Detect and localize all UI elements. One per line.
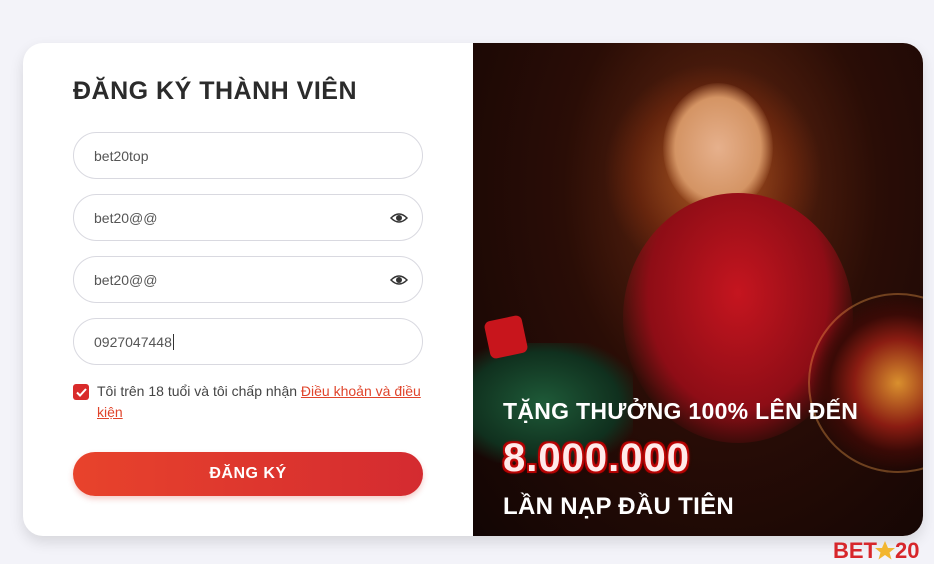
agree-checkbox[interactable] xyxy=(73,384,89,400)
checkmark-icon xyxy=(75,387,87,397)
dice-image xyxy=(483,314,529,360)
registration-form: ĐĂNG KÝ THÀNH VIÊN bet20top bet20@@ bet2… xyxy=(23,43,473,536)
model-face xyxy=(663,83,773,213)
promo-subline: LẦN NẠP ĐẦU TIÊN xyxy=(503,493,735,520)
promo-headline: TẶNG THƯỞNG 100% LÊN ĐẾN xyxy=(503,398,859,424)
svg-text:BET: BET xyxy=(833,538,878,562)
phone-value: 0927047448 xyxy=(94,333,172,350)
phone-field[interactable]: 0927047448 xyxy=(73,318,423,365)
confirm-password-field[interactable]: bet20@@ xyxy=(73,256,423,303)
agree-label: Tôi trên 18 tuổi và tôi chấp nhận Điều k… xyxy=(97,381,423,423)
password-field[interactable]: bet20@@ xyxy=(73,194,423,241)
username-value: bet20top xyxy=(94,147,149,164)
promo-amount: 8.000.000 xyxy=(503,436,690,480)
confirm-password-value: bet20@@ xyxy=(94,271,158,288)
username-field[interactable]: bet20top xyxy=(73,132,423,179)
register-button[interactable]: ĐĂNG KÝ xyxy=(73,452,423,496)
promo-banner: TẶNG THƯỞNG 100% LÊN ĐẾN 8.000.000 LẦN N… xyxy=(473,43,923,536)
bet20-logo: BET 20 xyxy=(833,538,919,562)
eye-icon[interactable] xyxy=(390,210,408,226)
page-title: ĐĂNG KÝ THÀNH VIÊN xyxy=(73,77,358,105)
eye-icon[interactable] xyxy=(390,272,408,288)
registration-card: ĐĂNG KÝ THÀNH VIÊN bet20top bet20@@ bet2… xyxy=(23,43,923,536)
agree-text: Tôi trên 18 tuổi và tôi chấp nhận xyxy=(97,383,301,399)
svg-text:20: 20 xyxy=(895,538,919,562)
terms-agreement: Tôi trên 18 tuổi và tôi chấp nhận Điều k… xyxy=(73,381,423,423)
password-value: bet20@@ xyxy=(94,209,158,226)
text-caret xyxy=(172,333,174,350)
